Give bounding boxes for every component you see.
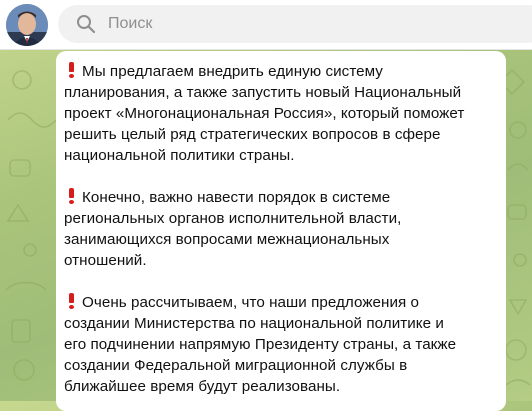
paragraph-3-line-1: Очень рассчитываем, что наши предложения… <box>82 294 420 311</box>
paragraph-3-line-5: ближайшее время будут реализованы. <box>64 378 341 395</box>
paragraph-3-line-2: создании Министерства по национальной по… <box>64 315 444 332</box>
message-paragraph-2: Конечно, важно навести порядок в системе… <box>64 187 504 271</box>
search-bar[interactable] <box>58 5 532 43</box>
search-input[interactable] <box>108 5 508 43</box>
paragraph-2-line-4: отношений. <box>64 252 147 269</box>
paragraph-3-line-4: создании Федеральной миграционной службы… <box>64 357 408 374</box>
message-paragraph-1: Мы предлагаем внедрить единую систему пла… <box>64 61 504 166</box>
exclamation-icon <box>67 188 76 204</box>
profile-photo-icon <box>6 4 48 46</box>
paragraph-2-line-2: региональных органов исполнительной влас… <box>64 210 402 227</box>
top-bar <box>0 0 532 50</box>
paragraph-1-line-1: Мы предлагаем внедрить единую систему <box>82 63 383 80</box>
paragraph-1-line-4: решить целый ряд стратегических вопросов… <box>64 126 441 143</box>
avatar[interactable] <box>6 4 48 46</box>
paragraph-2-line-3: занимающихся вопросами межнациональных <box>64 231 390 248</box>
paragraph-1-line-3: проект «Многонациональная Россия», котор… <box>64 105 465 122</box>
paragraph-3-line-3: его подчинении напрямую Президенту стран… <box>64 336 457 353</box>
message-paragraph-3: Очень рассчитываем, что наши предложения… <box>64 292 504 397</box>
exclamation-icon <box>67 62 76 78</box>
paragraph-1-line-5: национальной политики страны. <box>64 147 295 164</box>
paragraph-1-line-2: планирования, а также запустить новый На… <box>64 84 462 101</box>
exclamation-icon <box>67 293 76 309</box>
paragraph-2-line-1: Конечно, важно навести порядок в системе <box>82 189 391 206</box>
search-icon <box>77 15 96 34</box>
